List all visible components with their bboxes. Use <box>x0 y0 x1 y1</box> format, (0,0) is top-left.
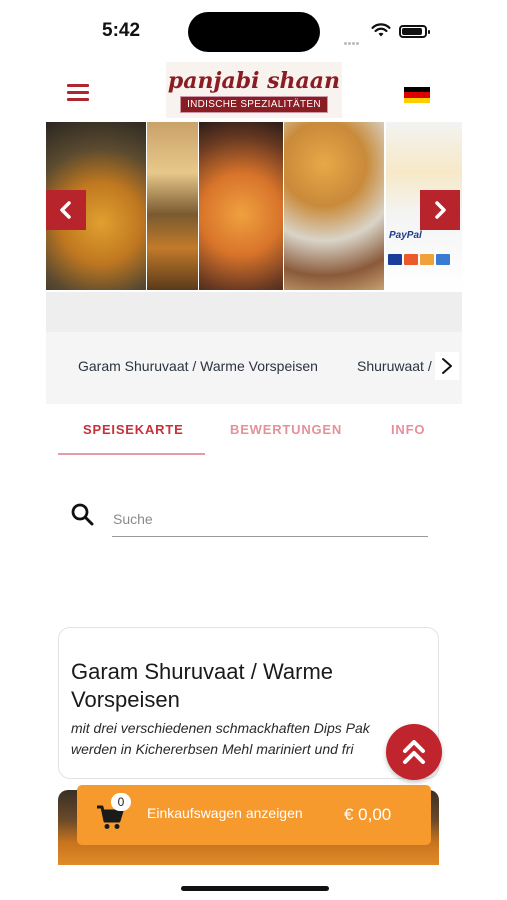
logo-subtitle: INDISCHE SPEZIALITÄTEN <box>180 96 328 113</box>
scroll-to-top-button[interactable] <box>386 724 442 780</box>
payment-methods-icons <box>388 252 462 272</box>
chevron-right-icon <box>435 201 446 219</box>
chevron-right-icon <box>442 358 452 374</box>
paypal-logo: PayPal <box>389 230 422 241</box>
german-flag-icon[interactable] <box>404 87 430 103</box>
category-card-description: mit drei verschiedenen schmackhaften Dip… <box>71 718 431 760</box>
status-bar: 5:42 <box>0 0 507 62</box>
carousel-prev-button[interactable] <box>46 190 86 230</box>
banner-spacer <box>46 292 462 332</box>
double-chevron-up-icon <box>403 740 425 764</box>
tab-speisekarte[interactable]: SPEISEKARTE <box>83 422 184 437</box>
hero-banner: PayPal <box>46 122 462 292</box>
food-image-curry <box>199 122 283 290</box>
cellular-signal-icon <box>344 32 364 45</box>
category-item[interactable]: Garam Shuruvaat / Warme Vorspeisen <box>78 358 318 374</box>
food-image-naan <box>147 122 198 290</box>
view-cart-button[interactable]: 0 Einkaufswagen anzeigen € 0,00 <box>77 785 431 845</box>
active-tab-indicator <box>58 453 205 455</box>
app-header: panjabi shaan INDISCHE SPEZIALITÄTEN <box>46 62 462 122</box>
cart-label: Einkaufswagen anzeigen <box>147 805 303 821</box>
description-line: mit drei verschiedenen schmackhaften Dip… <box>71 720 370 736</box>
cart-total: € 0,00 <box>344 805 392 824</box>
tab-bar: SPEISEKARTE BEWERTUNGEN INFO <box>46 404 462 460</box>
category-next-button[interactable] <box>435 352 459 380</box>
category-strip: Garam Shuruvaat / Warme Vorspeisen Shuru… <box>46 332 462 404</box>
hamburger-menu-icon[interactable] <box>67 84 89 101</box>
tab-bewertungen[interactable]: BEWERTUNGEN <box>230 422 342 437</box>
search-input[interactable] <box>112 502 428 537</box>
category-card-title: Garam Shuruvaat / Warme Vorspeisen <box>71 659 334 712</box>
tab-info[interactable]: INFO <box>391 422 425 437</box>
category-item[interactable]: Shuruwaat / <box>357 358 432 374</box>
description-line: werden in Kichererbsen Mehl mariniert un… <box>71 741 354 757</box>
cart-count-badge: 0 <box>111 793 131 811</box>
food-image-grill <box>284 122 384 290</box>
status-time: 5:42 <box>102 20 141 41</box>
search-icon <box>71 503 94 526</box>
carousel-next-button[interactable] <box>420 190 460 230</box>
dynamic-island <box>188 12 320 52</box>
category-card[interactable]: Garam Shuruvaat / Warme Vorspeisen mit d… <box>58 627 439 779</box>
battery-icon <box>399 25 430 38</box>
chevron-left-icon <box>60 201 71 219</box>
wifi-icon <box>371 23 391 37</box>
logo-title: panjabi shaan <box>167 68 341 94</box>
restaurant-logo[interactable]: panjabi shaan INDISCHE SPEZIALITÄTEN <box>166 62 342 118</box>
home-indicator[interactable] <box>181 886 329 891</box>
